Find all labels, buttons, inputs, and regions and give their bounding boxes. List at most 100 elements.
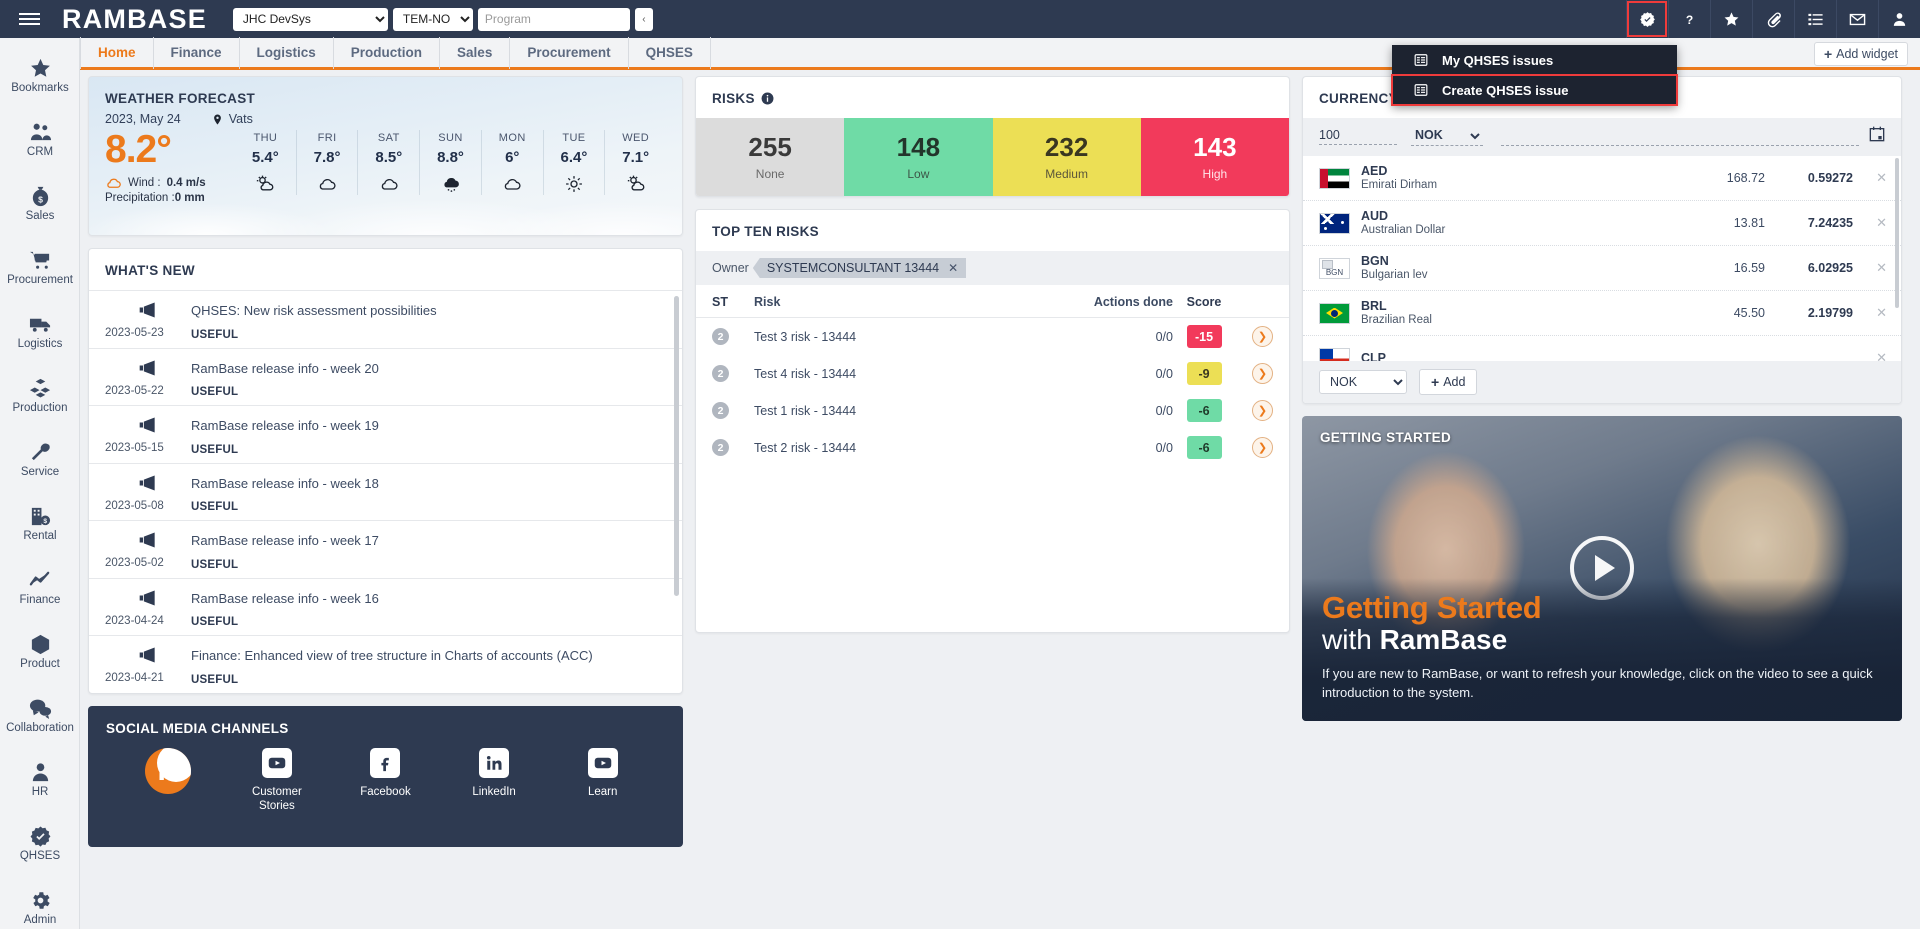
- table-row[interactable]: AED Emirati Dirham 168.72 0.59272 ✕: [1303, 156, 1901, 201]
- chevron-right-icon[interactable]: ❯: [1252, 363, 1273, 384]
- currency-base-selector[interactable]: NOK: [1411, 127, 1483, 146]
- table-row[interactable]: 2 Test 1 risk - 13444 0/0 -6 ❯: [696, 392, 1289, 429]
- tasks-list-icon[interactable]: [1794, 0, 1836, 38]
- list-item[interactable]: 2023-05-15 RamBase release info - week 1…: [89, 405, 682, 463]
- social-learn[interactable]: Learn: [548, 748, 657, 799]
- chevron-right-icon[interactable]: ❯: [1252, 400, 1273, 421]
- add-button-label: Add: [1443, 375, 1465, 389]
- list-item[interactable]: 2023-04-24 RamBase release info - week 1…: [89, 578, 682, 636]
- sidebar-item-collaboration[interactable]: Collaboration: [0, 684, 80, 748]
- tab-qhses[interactable]: QHSES: [629, 37, 711, 69]
- whats-new-list: 2023-05-23 QHSES: New risk assessment po…: [89, 290, 682, 693]
- remove-icon[interactable]: ✕: [1853, 350, 1887, 361]
- risk-card-medium[interactable]: 232 Medium: [993, 118, 1141, 196]
- social-customer-stories[interactable]: Customer Stories: [223, 748, 332, 814]
- user-icon[interactable]: [1878, 0, 1920, 38]
- table-row[interactable]: AUD Australian Dollar 13.81 7.24235 ✕: [1303, 201, 1901, 246]
- currency-date-field[interactable]: [1501, 128, 1859, 146]
- tab-production[interactable]: Production: [334, 37, 440, 69]
- weather-day-name: SAT: [358, 132, 419, 144]
- info-icon[interactable]: [761, 92, 774, 105]
- filter-chip-label: SYSTEMCONSULTANT 13444: [767, 261, 939, 275]
- help-icon[interactable]: ?: [1668, 0, 1710, 38]
- menu-item-my-qhses-issues[interactable]: My QHSES issues: [1392, 45, 1677, 75]
- sidebar-item-product[interactable]: Product: [0, 620, 80, 684]
- risk-card-none[interactable]: 255 None: [696, 118, 844, 196]
- table-row[interactable]: 2 Test 4 risk - 13444 0/0 -9 ❯: [696, 355, 1289, 392]
- sidebar-item-logistics[interactable]: Logistics: [0, 300, 80, 364]
- collapse-toggle-button[interactable]: ‹: [635, 8, 653, 31]
- remove-icon[interactable]: ✕: [1853, 260, 1887, 276]
- risk-name: Test 1 risk - 13444: [754, 404, 1077, 418]
- table-row[interactable]: 2 Test 3 risk - 13444 0/0 -15 ❯: [696, 318, 1289, 355]
- table-row[interactable]: BGN BGN Bulgarian lev 16.59 6.02925 ✕: [1303, 246, 1901, 291]
- sidebar-item-bookmarks[interactable]: Bookmarks: [0, 44, 80, 108]
- add-widget-button[interactable]: + Add widget: [1814, 42, 1908, 66]
- social-facebook[interactable]: Facebook: [331, 748, 440, 799]
- social-rambase-logo[interactable]: [114, 748, 223, 801]
- close-icon[interactable]: ✕: [948, 261, 958, 275]
- tab-logistics[interactable]: Logistics: [240, 37, 334, 69]
- getting-started-text: Getting Started with RamBase If you are …: [1302, 578, 1902, 721]
- table-row[interactable]: CLP ✕: [1303, 336, 1901, 361]
- social-linkedin[interactable]: LinkedIn: [440, 748, 549, 799]
- location-selector[interactable]: TEM-NO: [393, 8, 473, 31]
- add-currency-button[interactable]: + Add: [1419, 369, 1477, 395]
- mail-icon[interactable]: [1836, 0, 1878, 38]
- remove-icon[interactable]: ✕: [1853, 215, 1887, 231]
- remove-icon[interactable]: ✕: [1853, 305, 1887, 321]
- weather-day-name: WED: [605, 132, 666, 144]
- risk-card-low[interactable]: 148 Low: [844, 118, 992, 196]
- status-badge: 2: [712, 328, 729, 345]
- currency-amount-input[interactable]: [1319, 128, 1397, 145]
- chevron-right-icon[interactable]: ❯: [1252, 326, 1273, 347]
- sidebar-item-finance[interactable]: Finance: [0, 556, 80, 620]
- rambase-logo-icon: [145, 748, 191, 794]
- youtube-icon: [268, 754, 286, 772]
- list-item[interactable]: 2023-05-08 RamBase release info - week 1…: [89, 463, 682, 521]
- qhses-badge-icon[interactable]: [1626, 0, 1668, 38]
- menu-item-label: My QHSES issues: [1442, 53, 1553, 68]
- sidebar-item-production[interactable]: Production: [0, 364, 80, 428]
- menu-item-create-qhses-issue[interactable]: Create QHSES issue: [1392, 75, 1677, 105]
- risk-name: Test 2 risk - 13444: [754, 441, 1077, 455]
- tab-sales[interactable]: Sales: [440, 37, 510, 69]
- sidebar-item-sales[interactable]: $ Sales: [0, 172, 80, 236]
- getting-started-widget[interactable]: GETTING STARTED Getting Started with Ram…: [1302, 416, 1902, 721]
- list-item[interactable]: 2023-05-22 RamBase release info - week 2…: [89, 348, 682, 406]
- sidebar-item-rental[interactable]: $ Rental: [0, 492, 80, 556]
- sidebar-item-admin[interactable]: Admin: [0, 876, 80, 929]
- whats-new-scrollbar[interactable]: [674, 296, 679, 596]
- currency-add-selector[interactable]: NOK: [1319, 370, 1407, 394]
- people-icon: [29, 121, 52, 144]
- currency-code: BGN: [1361, 254, 1685, 268]
- table-row[interactable]: 2 Test 2 risk - 13444 0/0 -6 ❯: [696, 429, 1289, 466]
- favorites-star-icon[interactable]: [1710, 0, 1752, 38]
- tab-procurement[interactable]: Procurement: [510, 37, 628, 69]
- weather-day: WED 7.1°: [604, 130, 666, 195]
- risk-card-high[interactable]: 143 High: [1141, 118, 1289, 196]
- weather-day-temp: 6.4°: [544, 149, 605, 166]
- attachment-icon[interactable]: [1752, 0, 1794, 38]
- sidebar-item-hr[interactable]: HR: [0, 748, 80, 812]
- filter-chip[interactable]: SYSTEMCONSULTANT 13444 ✕: [753, 258, 966, 278]
- list-item[interactable]: 2023-04-21 Finance: Enhanced view of tre…: [89, 635, 682, 693]
- sidebar-item-procurement[interactable]: Procurement: [0, 236, 80, 300]
- sidebar-item-qhses[interactable]: QHSES: [0, 812, 80, 876]
- calendar-icon[interactable]: [1869, 126, 1885, 147]
- list-item[interactable]: 2023-05-02 RamBase release info - week 1…: [89, 520, 682, 578]
- shopping-cart-icon: [29, 249, 52, 272]
- table-row[interactable]: BRL Brazilian Real 45.50 2.19799 ✕: [1303, 291, 1901, 336]
- sidebar-item-service[interactable]: Service: [0, 428, 80, 492]
- hamburger-menu-icon[interactable]: [0, 0, 58, 38]
- company-selector[interactable]: JHC DevSys: [233, 8, 388, 31]
- tab-finance[interactable]: Finance: [154, 37, 240, 69]
- list-item[interactable]: 2023-05-23 QHSES: New risk assessment po…: [89, 290, 682, 348]
- currency-code: BRL: [1361, 299, 1685, 313]
- currency-scrollbar[interactable]: [1895, 158, 1899, 308]
- program-search-input[interactable]: [478, 8, 630, 31]
- remove-icon[interactable]: ✕: [1853, 170, 1887, 186]
- sidebar-item-crm[interactable]: CRM: [0, 108, 80, 172]
- tab-home[interactable]: Home: [80, 37, 154, 69]
- chevron-right-icon[interactable]: ❯: [1252, 437, 1273, 458]
